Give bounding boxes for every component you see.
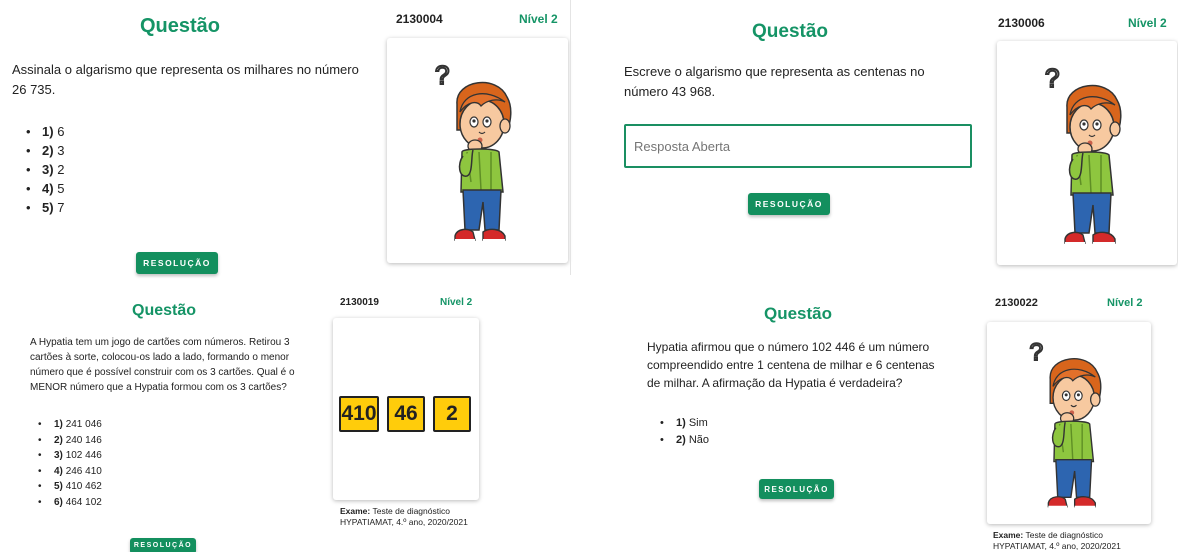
thinking-boy-icon: [1044, 62, 1122, 244]
question-card-3: Questão A Hypatia tem um jogo de cartões…: [0, 285, 560, 552]
question-text: Hypatia afirmou que o número 102 446 é u…: [647, 340, 935, 390]
number-card: 2: [433, 396, 471, 432]
open-answer-input[interactable]: [624, 124, 972, 168]
illustration-card: [997, 41, 1177, 265]
question-code: 2130019: [340, 297, 379, 308]
question-title: Questão: [132, 302, 197, 319]
thinking-boy-icon: [1028, 338, 1102, 508]
question-title: Questão: [764, 304, 833, 323]
thinking-boy-icon: [434, 59, 512, 241]
illustration-card: 410 46 2: [333, 318, 479, 500]
options-list: 1) 241 046 2) 240 146 3) 102 446 4) 246 …: [38, 417, 102, 510]
option-5[interactable]: 5) 7: [26, 198, 64, 217]
resolution-button[interactable]: RESOLUÇÃO: [136, 252, 218, 274]
number-card: 410: [339, 396, 379, 432]
question-code: 2130006: [998, 16, 1045, 30]
option-2[interactable]: 2) 3: [26, 141, 64, 160]
number-cards: 410 46 2: [339, 396, 471, 432]
vertical-divider: [570, 0, 571, 275]
question-card-2: Questão Escreve o algarismo que represen…: [600, 0, 1178, 275]
option-3[interactable]: 3) 2: [26, 160, 64, 179]
illustration-card: [987, 322, 1151, 524]
question-text: Assinala o algarismo que representa os m…: [12, 62, 359, 97]
options-list: 1) Sim 2) Não: [660, 415, 709, 449]
exam-source: Exame: Teste de diagnóstico HYPATIAMAT, …: [993, 530, 1121, 552]
level-badge: Nível 2: [519, 12, 558, 26]
question-text: Escreve o algarismo que representa as ce…: [624, 64, 925, 99]
option-1[interactable]: 1) 241 046: [38, 417, 102, 433]
question-title: Questão: [140, 15, 221, 37]
resolution-button[interactable]: RESOLUÇÃO: [130, 538, 196, 552]
question-code: 2130022: [995, 297, 1038, 309]
question-text: A Hypatia tem um jogo de cartões com núm…: [30, 337, 295, 393]
options-list: 1) 6 2) 3 3) 2 4) 5 5) 7: [26, 122, 64, 217]
number-card: 46: [387, 396, 425, 432]
level-badge: Nível 2: [440, 297, 473, 308]
option-4[interactable]: 4) 246 410: [38, 464, 102, 480]
question-code: 2130004: [396, 12, 443, 26]
question-title: Questão: [752, 21, 829, 42]
option-2[interactable]: 2) 240 146: [38, 433, 102, 449]
option-5[interactable]: 5) 410 462: [38, 479, 102, 495]
level-badge: Nível 2: [1128, 16, 1167, 30]
option-6[interactable]: 6) 464 102: [38, 495, 102, 511]
question-card-4: Questão Hypatia afirmou que o número 102…: [600, 285, 1178, 552]
option-3[interactable]: 3) 102 446: [38, 448, 102, 464]
exam-source: Exame: Teste de diagnóstico HYPATIAMAT, …: [340, 506, 468, 528]
resolution-button[interactable]: RESOLUÇÃO: [759, 479, 834, 499]
resolution-button[interactable]: RESOLUÇÃO: [748, 193, 830, 215]
illustration-card: [387, 38, 568, 263]
level-badge: Nível 2: [1107, 297, 1143, 309]
question-card-1: Questão Assinala o algarismo que represe…: [0, 0, 570, 275]
option-1[interactable]: 1) 6: [26, 122, 64, 141]
option-4[interactable]: 4) 5: [26, 179, 64, 198]
option-2[interactable]: 2) Não: [660, 432, 709, 449]
option-1[interactable]: 1) Sim: [660, 415, 709, 432]
